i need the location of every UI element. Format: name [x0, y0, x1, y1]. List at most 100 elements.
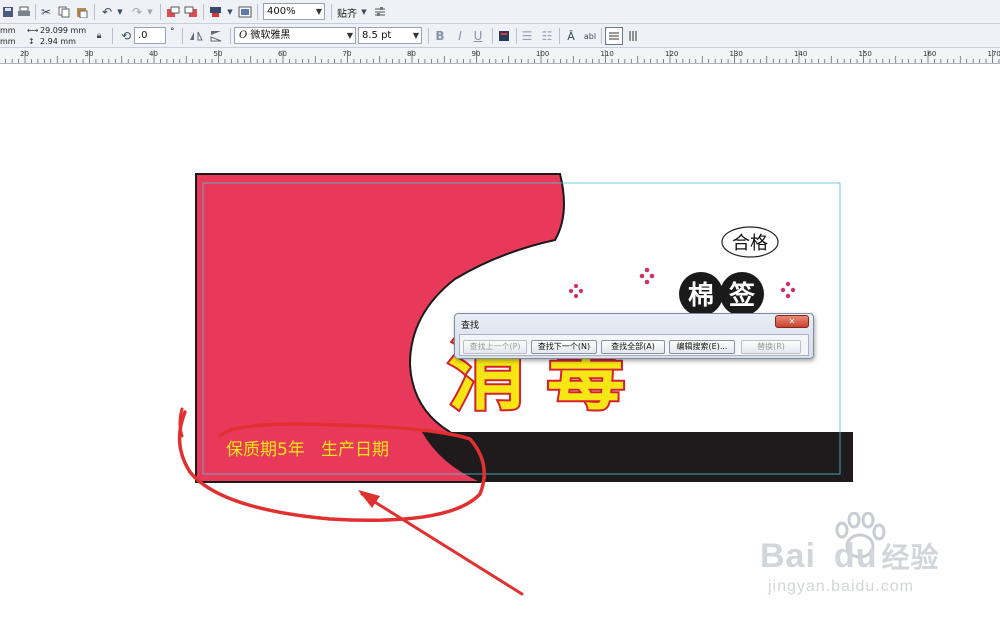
toolbar-separator [203, 4, 204, 20]
find-dialog-title: 查找 [461, 321, 480, 331]
find-dialog: 查找 ✕ 查找上一个(P) 查找下一个(N) 查找全部(A) 编辑搜索(E)..… [454, 313, 814, 359]
ruler-tick-label: 140 [794, 50, 807, 58]
ruler-tick-label: 90 [472, 50, 481, 58]
find-next-button[interactable]: 查找下一个(N) [531, 340, 597, 354]
cut-icon[interactable]: ✂ [40, 4, 52, 20]
redo-icon[interactable]: ↷ [130, 4, 144, 20]
watermark-brand-cn: 经验 [881, 542, 940, 573]
object-width-field[interactable]: 29.099 mm [40, 26, 86, 35]
ruler-tick-label: 110 [601, 50, 614, 58]
toolbar-separator [559, 28, 560, 44]
snap-to-label: 贴齐 [337, 8, 357, 20]
snap-to-menu[interactable]: 贴齐 [337, 4, 357, 20]
import-icon[interactable] [166, 4, 180, 20]
rotation-icon: ⟲ [120, 29, 132, 43]
qualified-text: 合格 [732, 233, 768, 254]
unit-y-label: mm [0, 37, 16, 46]
standard-toolbar: ✂ ↶ ▼ ↷ ▼ ▼ 400% ▼ 贴齐 ▼ [0, 0, 1000, 24]
watermark-brand-du: du [833, 537, 878, 575]
rotation-value: .0 [138, 30, 148, 41]
ruler-scale: 20 30 40 50 60 70 80 90 100 110 120 130 140 150 160 170 [5, 50, 1000, 63]
underline-icon[interactable]: U [472, 28, 484, 44]
vertical-text-icon[interactable] [626, 28, 640, 44]
width-icon: ⟷ [27, 26, 39, 35]
drop-cap-icon[interactable]: ☷ [541, 28, 553, 44]
character-formatting-icon[interactable]: Ā [564, 28, 578, 44]
close-icon: ✕ [788, 317, 796, 326]
ruler-tick-label: 30 [85, 50, 94, 58]
publish-pdf-icon[interactable] [209, 4, 223, 20]
redo-dropdown-icon[interactable]: ▼ [146, 4, 154, 20]
ruler-tick-label: 20 [20, 50, 29, 58]
rotation-angle-field[interactable]: .0 [134, 27, 166, 44]
ruler-tick-label: 150 [859, 50, 872, 58]
object-height-field[interactable]: 2.94 mm [40, 37, 76, 46]
product-char-1: 棉 [688, 281, 714, 311]
toolbar-separator [112, 28, 113, 44]
annotation-arrow-line [360, 492, 524, 596]
chevron-down-icon: ▼ [346, 31, 353, 40]
snap-dropdown-icon[interactable]: ▼ [360, 4, 368, 20]
undo-icon[interactable]: ↶ [100, 4, 114, 20]
publish-dropdown-icon[interactable]: ▼ [226, 4, 234, 20]
toolbar-separator [428, 28, 429, 44]
font-size-select[interactable]: 8.5 pt ▼ [358, 27, 422, 44]
export-icon[interactable] [184, 4, 198, 20]
ruler-tick-label: 50 [214, 50, 223, 58]
bold-icon[interactable]: B [434, 28, 446, 44]
bullet-list-icon[interactable]: ☰ [521, 28, 533, 44]
application-launcher-icon[interactable] [238, 4, 252, 20]
ruler-tick-label: 70 [343, 50, 352, 58]
toolbar-separator [182, 28, 183, 44]
mirror-vertical-icon[interactable] [208, 28, 224, 44]
undo-dropdown-icon[interactable]: ▼ [116, 4, 124, 20]
save-icon[interactable] [2, 4, 14, 20]
unit-x-label: mm [0, 26, 16, 35]
copy-icon[interactable] [58, 4, 70, 20]
toolbar-separator [35, 4, 36, 20]
annotation-arrow-head [358, 490, 380, 508]
chevron-down-icon: ▼ [412, 31, 419, 40]
edit-search-button[interactable]: 编辑搜索(E)... [669, 340, 735, 354]
close-button[interactable]: ✕ [775, 315, 809, 328]
font-family-value: 微软雅黑 [250, 30, 291, 41]
lock-ratio-icon[interactable]: 🔒︎ [94, 28, 104, 44]
zoom-level-select[interactable]: 400% ▼ [263, 3, 325, 20]
watermark-brand-latin: Bai [760, 537, 816, 575]
degree-symbol: ° [170, 27, 175, 37]
paste-icon[interactable] [76, 4, 88, 20]
baidu-watermark: Bai du 经验 jingyan.baidu.com [760, 512, 960, 602]
edit-text-icon[interactable]: abl [583, 28, 597, 44]
italic-icon[interactable]: I [454, 28, 466, 44]
toolbar-separator [257, 4, 258, 20]
toolbar-separator [160, 4, 161, 20]
ruler-tick-label: 40 [149, 50, 158, 58]
horizontal-ruler[interactable]: 20 30 40 50 60 70 80 90 100 110 120 130 140 150 160 170 [0, 48, 1000, 64]
horizontal-text-icon[interactable] [605, 27, 623, 45]
black-band [422, 432, 853, 482]
find-previous-button[interactable]: 查找上一个(P) [463, 340, 527, 354]
mirror-horizontal-icon[interactable] [188, 28, 204, 44]
find-all-button[interactable]: 查找全部(A) [601, 340, 665, 354]
print-icon[interactable] [17, 4, 31, 20]
toolbar-separator [331, 4, 332, 20]
height-icon: ↕ [28, 37, 35, 46]
replace-button[interactable]: 替换(R) [741, 340, 801, 354]
ruler-tick-label: 100 [536, 50, 549, 58]
opentype-font-icon: O [239, 30, 248, 41]
toolbar-separator [516, 28, 517, 44]
ruler-tick-label: 80 [407, 50, 416, 58]
ruler-tick-label: 60 [278, 50, 287, 58]
text-align-icon[interactable] [497, 28, 511, 44]
toolbar-separator [94, 4, 95, 20]
toolbar-separator [230, 28, 231, 44]
ruler-tick-label: 170 [988, 50, 1000, 58]
chevron-down-icon: ▼ [315, 7, 322, 16]
drawing-canvas[interactable]: 合格 棉 签 消 毒 保质期5年 生产日期 查找 ✕ 查找上一个(P) 查找下一… [0, 64, 1000, 623]
font-family-select[interactable]: O 微软雅黑 ▼ [234, 27, 356, 44]
options-icon[interactable] [373, 4, 387, 20]
edit-text-label: abl [583, 31, 597, 41]
expiry-text: 保质期5年 生产日期 [226, 440, 389, 460]
watermark-url: jingyan.baidu.com [768, 578, 914, 595]
font-size-value: 8.5 pt [362, 30, 392, 41]
